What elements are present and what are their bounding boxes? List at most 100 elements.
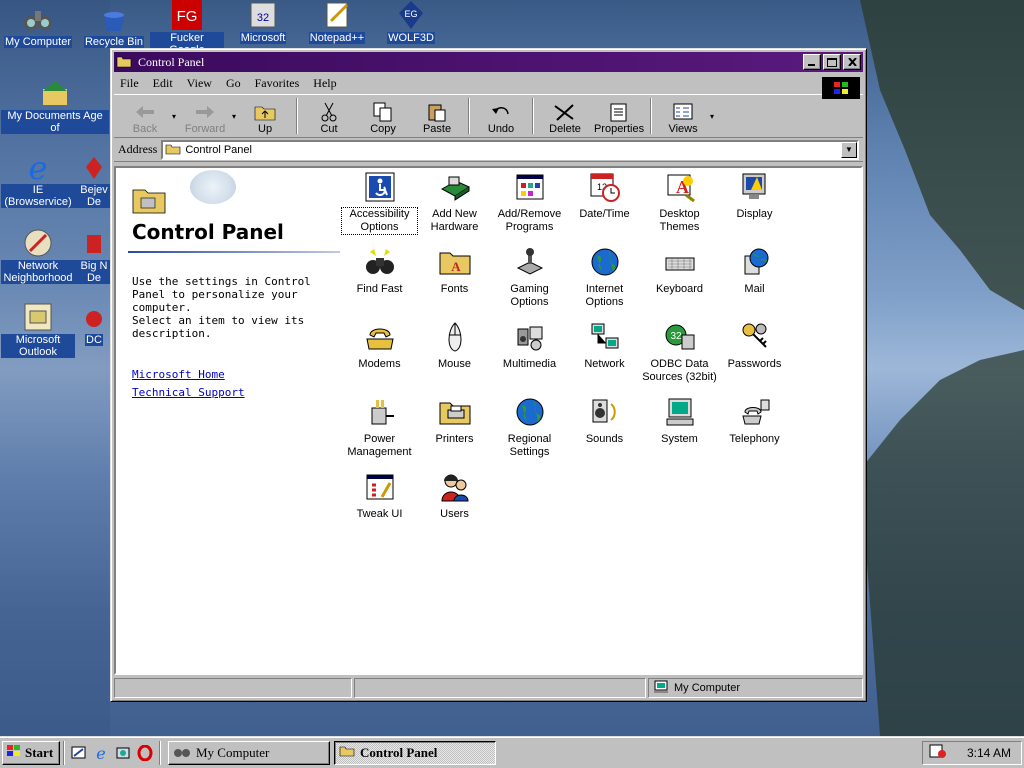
cp-item-add-remove-programs[interactable]: Add/Remove Programs [492, 170, 567, 234]
globe-icon [513, 395, 547, 429]
quicklaunch-channels-icon[interactable] [112, 742, 134, 764]
cp-item-label: Modems [358, 358, 401, 370]
desktop-icon-ie[interactable]: e IE (Browservice) [1, 151, 75, 208]
menu-help[interactable]: Help [313, 76, 336, 91]
address-dropdown-button[interactable]: ▼ [841, 141, 857, 158]
desktop-icon-network-neighborhood[interactable]: Network Neighborhood [1, 228, 75, 284]
cp-item-accessibility-options[interactable]: Accessibility Options [341, 170, 418, 235]
cp-item-power-management[interactable]: Power Management [342, 395, 417, 459]
desktop-icon-bejeweled[interactable]: Bejev De [74, 152, 114, 208]
menu-favorites[interactable]: Favorites [255, 76, 300, 91]
display-icon [738, 170, 772, 204]
microsoft-home-link[interactable]: Microsoft Home [132, 368, 225, 381]
cp-item-label: Fonts [440, 283, 469, 295]
cp-item-gaming-options[interactable]: Gaming Options [492, 245, 567, 309]
copy-button[interactable]: Copy [356, 97, 410, 137]
cut-button[interactable]: Cut [302, 97, 356, 137]
desktop-icon-label: My Documents Age of [1, 110, 109, 134]
clock[interactable]: 3:14 AM [967, 746, 1011, 760]
delete-button[interactable]: Delete [538, 97, 592, 137]
calendar-clock-icon: 12 [588, 170, 622, 204]
cp-item-desktop-themes[interactable]: A Desktop Themes [642, 170, 717, 234]
cp-item-modems[interactable]: Modems [342, 320, 417, 371]
menu-go[interactable]: Go [226, 76, 241, 91]
cp-item-odbc-data-sources-32bit[interactable]: 32 ODBC Data Sources (32bit) [642, 320, 717, 384]
task-control-panel[interactable]: Control Panel [334, 740, 496, 765]
menu-view[interactable]: View [187, 76, 212, 91]
cp-item-label: ODBC Data Sources (32bit) [642, 358, 717, 383]
chevron-down-icon[interactable]: ▾ [172, 112, 176, 121]
tweak-ui-icon [363, 470, 397, 504]
desktop-icon-outlook[interactable]: Microsoft Outlook [1, 302, 75, 358]
up-button[interactable]: Up [238, 97, 292, 137]
chevron-down-icon[interactable]: ▾ [232, 112, 236, 121]
desktop-icon-big-n[interactable]: Big N De [74, 228, 114, 284]
desktop-icon-label: Network Neighborhood [1, 260, 75, 284]
start-button[interactable]: Start [2, 740, 60, 765]
cp-item-multimedia[interactable]: Multimedia [492, 320, 567, 371]
delete-x-icon [553, 101, 577, 123]
desktop-icon-wolf3d[interactable]: EG WOLF3D [374, 0, 448, 44]
cp-item-keyboard[interactable]: Keyboard [642, 245, 717, 296]
cp-item-label: Network [584, 358, 625, 370]
menu-file[interactable]: File [120, 76, 139, 91]
desktop-icon-my-documents[interactable]: My Documents Age of [1, 78, 109, 134]
forward-button[interactable]: Forward [178, 97, 232, 137]
cp-item-sounds[interactable]: Sounds [567, 395, 642, 446]
desktop-icon-my-computer[interactable]: My Computer [1, 4, 75, 48]
cp-item-date-time[interactable]: 12 Date/Time [567, 170, 642, 221]
cp-item-label: Accessibility Options [341, 207, 418, 235]
desktop-icon-recycle-bin[interactable]: Recycle Bin [77, 4, 151, 48]
paste-button[interactable]: Paste [410, 97, 464, 137]
cp-item-regional-settings[interactable]: Regional Settings [492, 395, 567, 459]
minimize-button[interactable] [803, 54, 821, 70]
technical-support-link[interactable]: Technical Support [132, 386, 245, 399]
close-button[interactable] [843, 54, 861, 70]
pane-description: Use the settings in Control Panel to per… [132, 275, 311, 314]
svg-text:A: A [451, 259, 461, 274]
control-panel-window[interactable]: Control Panel File Edit View Go Favorite… [110, 48, 867, 702]
cp-item-label: Sounds [585, 433, 624, 445]
cp-item-users[interactable]: Users [417, 470, 492, 521]
windows-flag-icon [6, 744, 22, 762]
cp-item-tweak-ui[interactable]: Tweak UI [342, 470, 417, 521]
address-input[interactable]: Control Panel ▼ [161, 139, 859, 160]
menu-edit[interactable]: Edit [153, 76, 173, 91]
cp-item-mail[interactable]: Mail [717, 245, 792, 296]
cp-item-internet-options[interactable]: Internet Options [567, 245, 642, 309]
properties-button[interactable]: Properties [592, 97, 646, 137]
cp-item-label: Mouse [437, 358, 472, 370]
cp-item-add-new-hardware[interactable]: Add New Hardware [417, 170, 492, 234]
cp-item-label: Users [440, 508, 469, 520]
quicklaunch-show-desktop-icon[interactable] [68, 742, 90, 764]
title-bar[interactable]: Control Panel [114, 52, 863, 72]
scheduler-tray-icon[interactable] [929, 743, 947, 762]
cp-item-printers[interactable]: Printers [417, 395, 492, 446]
cp-item-telephony[interactable]: Telephony [717, 395, 792, 446]
cp-item-network[interactable]: Network [567, 320, 642, 371]
cp-item-display[interactable]: Display [717, 170, 792, 221]
desktop-icon-microsoft[interactable]: 32 Microsoft [226, 0, 300, 44]
maximize-button[interactable] [823, 54, 841, 70]
svg-text:EG: EG [404, 9, 417, 19]
cp-item-passwords[interactable]: Passwords [717, 320, 792, 371]
views-button[interactable]: Views [656, 97, 710, 137]
forward-arrow-icon [195, 101, 215, 123]
cp-item-find-fast[interactable]: Find Fast [342, 245, 417, 296]
cp-item-system[interactable]: System [642, 395, 717, 446]
quicklaunch-ie-icon[interactable]: e [90, 742, 112, 764]
cp-item-fonts[interactable]: A Fonts [417, 245, 492, 296]
desktop-icon-dc[interactable]: DC [74, 302, 114, 346]
task-my-computer[interactable]: My Computer [168, 740, 330, 765]
task-label: Control Panel [360, 744, 438, 760]
status-panel-left [114, 678, 352, 698]
back-button[interactable]: Back [118, 97, 172, 137]
fonts-folder-icon: A [438, 245, 472, 279]
undo-button[interactable]: Undo [474, 97, 528, 137]
chevron-down-icon[interactable]: ▾ [710, 112, 714, 121]
desktop-icon-notepad[interactable]: Notepad++ [300, 0, 374, 44]
quicklaunch-opera-icon[interactable] [134, 742, 156, 764]
computer-icon [653, 680, 669, 697]
cp-item-mouse[interactable]: Mouse [417, 320, 492, 371]
cp-item-label: Gaming Options [510, 283, 549, 308]
